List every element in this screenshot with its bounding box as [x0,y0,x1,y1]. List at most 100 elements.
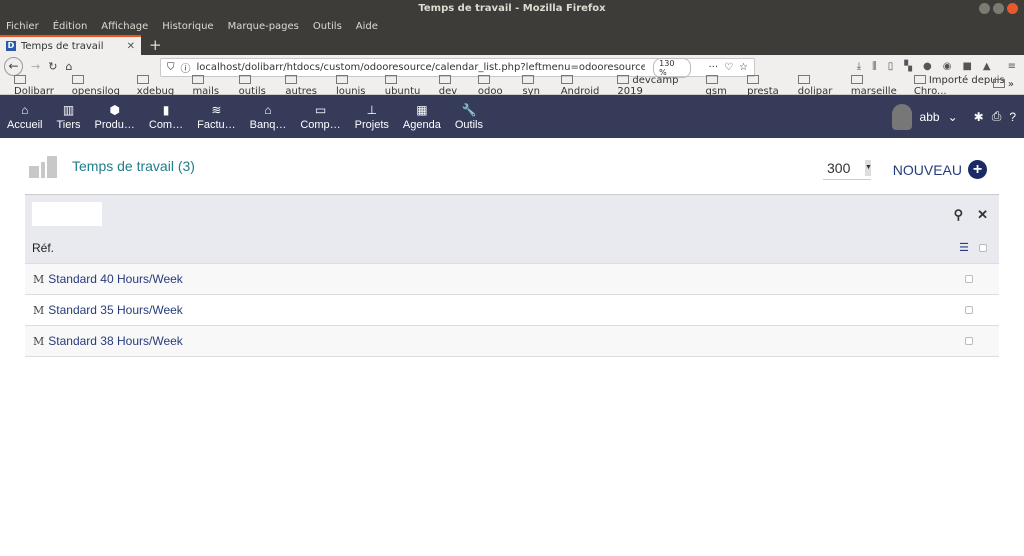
chevron-down-icon[interactable]: ⌄ [948,110,958,124]
row-checkbox[interactable] [965,306,973,314]
row-checkbox[interactable] [965,337,973,345]
bookmark-item[interactable]: xdebug [137,75,183,97]
avatar[interactable] [891,103,912,130]
sitemap-icon: ⊥ [366,102,378,117]
bookmark-item[interactable]: ubuntu [385,75,429,97]
coins-icon: ≋ [211,102,222,117]
menu-outils[interactable]: Outils [313,18,342,35]
menu-historique[interactable]: Historique [162,18,213,35]
menu-marque-pages[interactable]: Marque-pages [228,18,299,35]
menu-edition[interactable]: Édition [53,18,88,35]
bookmark-item[interactable]: dolipar [798,75,841,97]
menu-affichage[interactable]: Affichage [101,18,148,35]
extension2-icon[interactable]: ● [923,61,932,72]
close-tab-icon[interactable]: ✕ [127,41,135,52]
column-list-icon[interactable]: ☰ [959,241,969,254]
bookmark-item[interactable]: syn [522,75,550,97]
bookmark-item[interactable]: presta [747,75,788,97]
row-link[interactable]: Standard 35 Hours/Week [48,303,183,317]
column-header-ref[interactable]: Réf. [32,241,54,255]
menu-item-label: Projets [354,118,389,131]
forward-button[interactable]: → [31,60,40,73]
tab-bar: D Temps de travail ✕ + [0,35,1024,55]
menu-item-com[interactable]: ▮ Com… [142,95,190,138]
bookmarks-overflow-icon[interactable]: » [993,79,1014,90]
ref-filter-input[interactable] [32,202,102,226]
home-button[interactable]: ⌂ [65,60,72,73]
help-icon[interactable]: ? [1009,110,1016,124]
new-button[interactable]: NOUVEAU + [893,160,987,179]
extension3-icon[interactable]: ■ [962,61,971,72]
bookmark-star-icon[interactable]: ☆ [739,62,748,73]
sidebar-icon[interactable]: ▯ [888,61,894,72]
resource-icon [29,154,57,178]
info-icon[interactable]: ⓘ [181,60,191,75]
library-icon[interactable]: ⫼ [872,61,877,72]
wrench-icon: 🔧 [461,102,477,117]
account-icon[interactable]: ◉ [943,61,952,72]
new-tab-button[interactable]: + [141,35,170,55]
menu-item-accueil[interactable]: ⌂ Accueil [0,95,49,138]
menu-item-label: Tiers [56,118,81,131]
row-link[interactable]: Standard 38 Hours/Week [48,334,183,348]
clear-filter-icon[interactable]: ✕ [977,207,988,223]
select-all-checkbox[interactable] [979,243,987,252]
favicon-icon: D [6,41,16,51]
row-checkbox[interactable] [965,275,973,283]
bookmark-item[interactable]: Android [561,75,608,97]
briefcase-icon: ▮ [162,102,170,117]
bookmark-item[interactable]: marseille [851,75,904,97]
browser-tab[interactable]: D Temps de travail ✕ [0,35,141,55]
menu-item-agenda[interactable]: ▦ Agenda [396,95,448,138]
menu-item-banq[interactable]: ⌂ Banq… [243,95,294,138]
maximize-button[interactable] [993,3,1004,14]
download-icon[interactable]: ⤓ [857,61,861,72]
bookmark-item[interactable]: outils [239,75,276,97]
row-link[interactable]: Standard 40 Hours/Week [48,272,183,286]
menu-item-produ[interactable]: ⬢ Produ… [88,95,142,138]
bookmark-item[interactable]: opensilog [72,75,127,97]
dropdown-arrow-icon: ▼ [865,160,872,176]
menu-fichier[interactable]: Fichier [6,18,39,35]
url-text[interactable]: localhost/dolibarr/htdocs/custom/odoores… [197,62,646,73]
limit-value: 300 [827,160,851,176]
limit-select[interactable]: 300 ▼ [823,158,872,180]
more-icon[interactable]: ··· [709,62,719,73]
close-window-button[interactable] [1007,3,1018,14]
pocket-icon[interactable]: ♡ [724,62,733,73]
extension4-icon[interactable]: ▲ [983,61,991,72]
bug-icon[interactable]: ✱ [974,110,984,124]
window-titlebar: Temps de travail - Mozilla Firefox [0,0,1024,18]
menu-item-label: Comp… [300,118,341,131]
plus-circle-icon: + [968,160,987,179]
menu-item-label: Produ… [94,118,135,131]
extension-icon[interactable]: ▚ [904,61,912,72]
bookmark-item[interactable]: odoo [478,75,513,97]
menu-item-projets[interactable]: ⊥ Projets [348,95,396,138]
bookmark-item[interactable]: mails [192,75,228,97]
search-icon[interactable]: ⚲ [954,207,964,223]
bookmark-item[interactable]: devcamp 2019 [617,75,695,97]
menu-item-comp[interactable]: ▭ Comp… [293,95,347,138]
menu-item-factu[interactable]: ≋ Factu… [190,95,243,138]
back-button[interactable]: ← [4,57,23,76]
minimize-button[interactable] [979,3,990,14]
bank-icon: ⌂ [264,102,272,117]
calendar-type-icon: M [33,303,45,317]
cube-icon: ⬢ [109,102,120,117]
user-name[interactable]: abb [920,110,940,124]
bookmark-item[interactable]: Dolibarr [14,75,62,97]
print-icon[interactable]: ⎙ [992,109,1002,124]
menu-aide[interactable]: Aide [356,18,378,35]
reload-button[interactable]: ↻ [48,60,57,73]
bookmark-item[interactable]: lounis [336,75,375,97]
bookmark-item[interactable]: dev [439,75,468,97]
menu-item-tiers[interactable]: ▥ Tiers [49,95,87,138]
bookmarks-bar: Dolibarr opensilog xdebug mails outils autres… [0,75,1024,97]
menu-item-label: Banq… [249,118,287,131]
hamburger-menu-icon[interactable]: ≡ [1008,61,1016,72]
bookmark-item[interactable]: autres [285,75,326,97]
menu-item-outils[interactable]: 🔧 Outils [448,95,490,138]
bookmark-item[interactable]: gsm [706,75,738,97]
menu-item-label: Outils [454,118,483,131]
